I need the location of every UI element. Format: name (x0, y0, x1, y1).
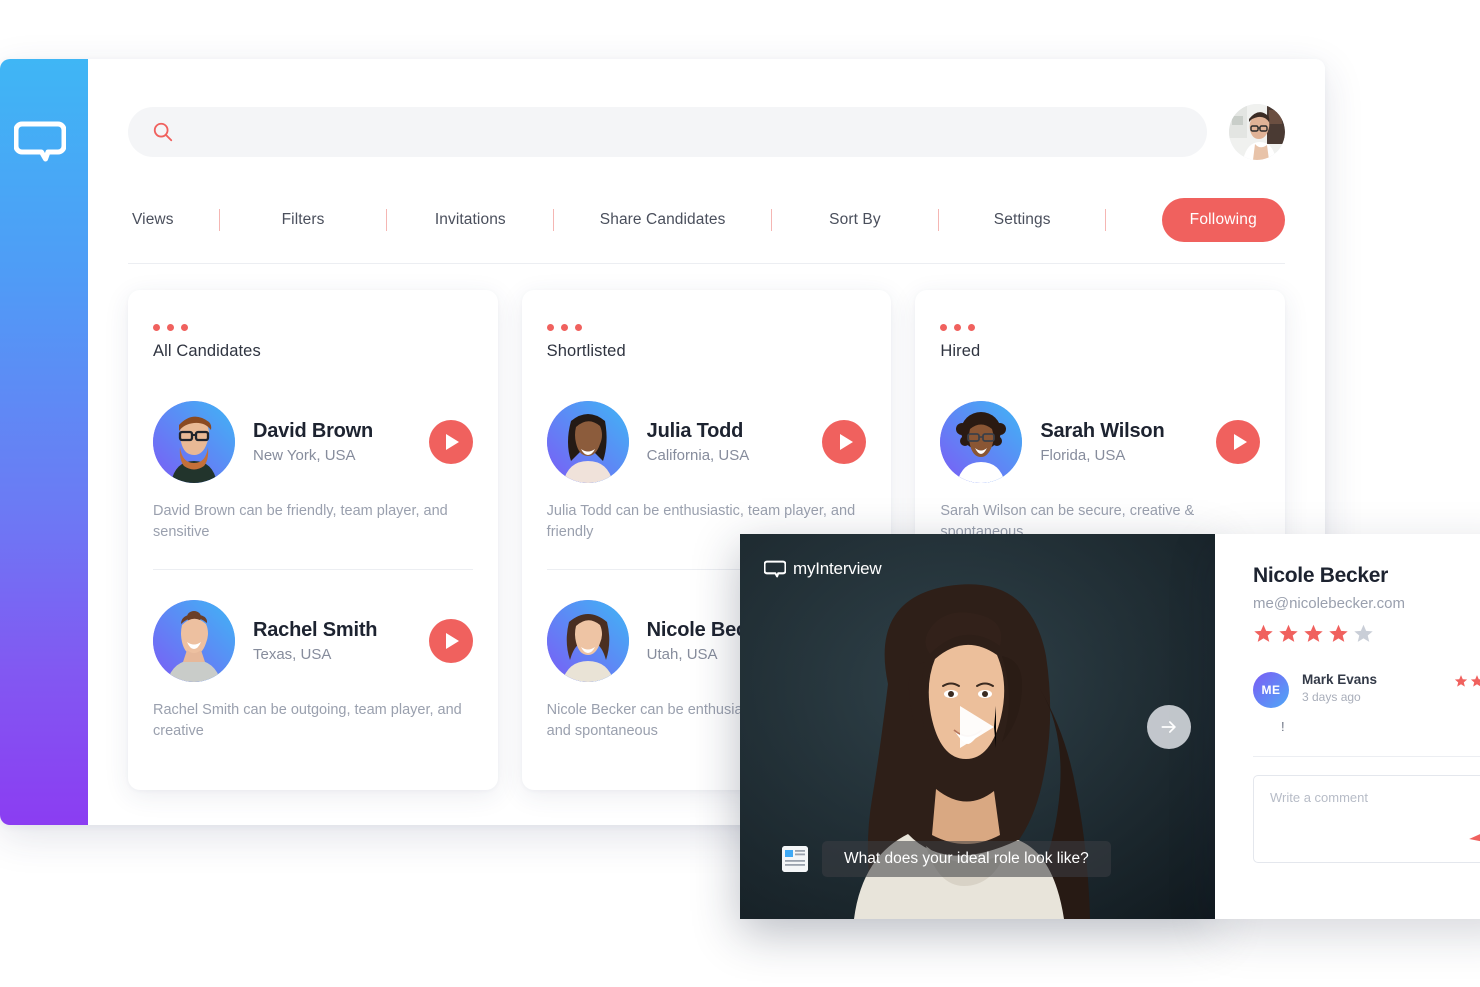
comment-input[interactable] (1270, 790, 1471, 848)
nav-cell-filters: Filters (261, 211, 345, 229)
nav-cell-settings: Settings (980, 211, 1064, 229)
sidebar (0, 59, 88, 825)
star-filled[interactable] (1303, 623, 1324, 644)
candidate-detail-panel: Nicole Becker me@nicolebecker.com ME Mar… (1215, 534, 1480, 919)
nav-divider (128, 263, 1285, 264)
video-caption-text: What does your ideal role look like? (822, 841, 1111, 877)
candidate-avatar (153, 401, 235, 483)
candidate-description: David Brown can be friendly, team player… (153, 503, 448, 541)
nav-separator-2 (345, 209, 429, 231)
nav-item-views[interactable]: Views (128, 211, 178, 229)
nav-cell-sort-by: Sort By (813, 211, 897, 229)
speech-bubble-logo-icon (764, 558, 786, 580)
candidate-location: New York, USA (253, 447, 356, 464)
candidate-row[interactable]: Sarah Wilson Florida, USA Sarah Wilson c… (940, 371, 1261, 543)
nav-bar: Views Filters Invitations Share Candidat… (128, 196, 1285, 244)
following-button[interactable]: Following (1161, 198, 1285, 242)
star-filled[interactable] (1328, 623, 1349, 644)
app-screenshot: Views Filters Invitations Share Candidat… (0, 0, 1480, 987)
column-all-candidates: All Candidates David Brown New York, USA… (128, 290, 498, 790)
speech-bubble-logo-icon[interactable] (14, 114, 66, 166)
comment-item: ME Mark Evans 3 days ago (1253, 672, 1480, 708)
detail-candidate-name: Nicole Becker (1253, 564, 1389, 587)
column-title: Shortlisted (546, 342, 626, 360)
transcript-icon[interactable] (782, 846, 808, 872)
star-filled (1470, 674, 1480, 688)
candidate-name: Rachel Smith (253, 619, 378, 642)
candidate-name: David Brown (253, 420, 374, 442)
candidate-location: Florida, USA (1040, 447, 1126, 464)
column-dots (546, 324, 867, 331)
comment-rating-stars (1454, 674, 1480, 688)
search-input[interactable] (188, 123, 1183, 141)
nav-separator-1 (178, 209, 262, 231)
candidate-description: Rachel Smith can be outgoing, team playe… (153, 702, 462, 740)
play-icon[interactable] (1216, 420, 1261, 464)
candidate-row[interactable]: Julia Todd California, USA Julia Todd ca… (546, 371, 867, 543)
nav-item-share-candidates[interactable]: Share Candidates (596, 211, 730, 229)
send-icon[interactable] (1467, 826, 1480, 852)
candidate-avatar (153, 600, 235, 683)
candidate-avatar (546, 401, 629, 483)
top-bar (128, 59, 1285, 160)
detail-candidate-email: me@nicolebecker.com (1253, 595, 1405, 612)
candidate-row[interactable]: Rachel Smith Texas, USA Rachel Smith can… (153, 569, 473, 742)
nav-separator-3 (512, 209, 596, 231)
rating-stars[interactable] (1253, 623, 1480, 644)
nav-item-invitations[interactable]: Invitations (431, 211, 510, 229)
candidate-location: California, USA (646, 447, 750, 464)
comment-avatar: ME (1253, 672, 1289, 708)
play-icon[interactable] (822, 420, 867, 464)
search-icon (152, 121, 174, 143)
star-filled[interactable] (1253, 623, 1274, 644)
play-icon[interactable] (428, 420, 473, 464)
comment-divider (1253, 756, 1480, 757)
candidate-location: Texas, USA (253, 646, 332, 664)
play-icon[interactable] (959, 705, 996, 748)
column-dots (153, 324, 473, 331)
nav-item-sort-by[interactable]: Sort By (825, 211, 885, 229)
video-brand: myInterview (764, 558, 882, 580)
nav-cell-views: Views (128, 211, 178, 229)
column-title: All Candidates (153, 342, 261, 360)
play-icon[interactable] (428, 619, 473, 664)
video-brand-label: myInterview (793, 559, 882, 578)
comment-input-box[interactable] (1253, 775, 1480, 863)
star-empty[interactable] (1353, 623, 1374, 644)
candidate-name: Sarah Wilson (1040, 420, 1165, 442)
search-bar[interactable] (128, 107, 1207, 157)
nav-separator-6 (1064, 209, 1148, 231)
comment-timestamp: 3 days ago (1302, 690, 1361, 704)
nav-separator-5 (897, 209, 981, 231)
comment-text: ! (1281, 719, 1285, 734)
candidate-avatar (546, 600, 629, 683)
nav-cell-invitations: Invitations (429, 211, 513, 229)
column-dots (940, 324, 1260, 331)
nav-item-filters[interactable]: Filters (278, 211, 329, 229)
video-caption-row: What does your ideal role look like? (782, 841, 1111, 877)
video-player-panel[interactable]: myInterview What does your ideal role lo… (740, 534, 1215, 919)
arrow-right-icon[interactable] (1147, 704, 1191, 749)
nav-item-settings[interactable]: Settings (990, 211, 1055, 229)
nav-cell-share-candidates: Share Candidates (596, 211, 730, 229)
avatar[interactable] (1229, 104, 1285, 160)
star-filled (1454, 674, 1468, 688)
candidate-row[interactable]: David Brown New York, USA David Brown ca… (153, 371, 473, 543)
column-title: Hired (940, 342, 981, 360)
star-filled[interactable] (1278, 623, 1299, 644)
nav-separator-4 (729, 209, 813, 231)
candidate-avatar (940, 401, 1023, 483)
candidate-name: Julia Todd (646, 420, 744, 442)
